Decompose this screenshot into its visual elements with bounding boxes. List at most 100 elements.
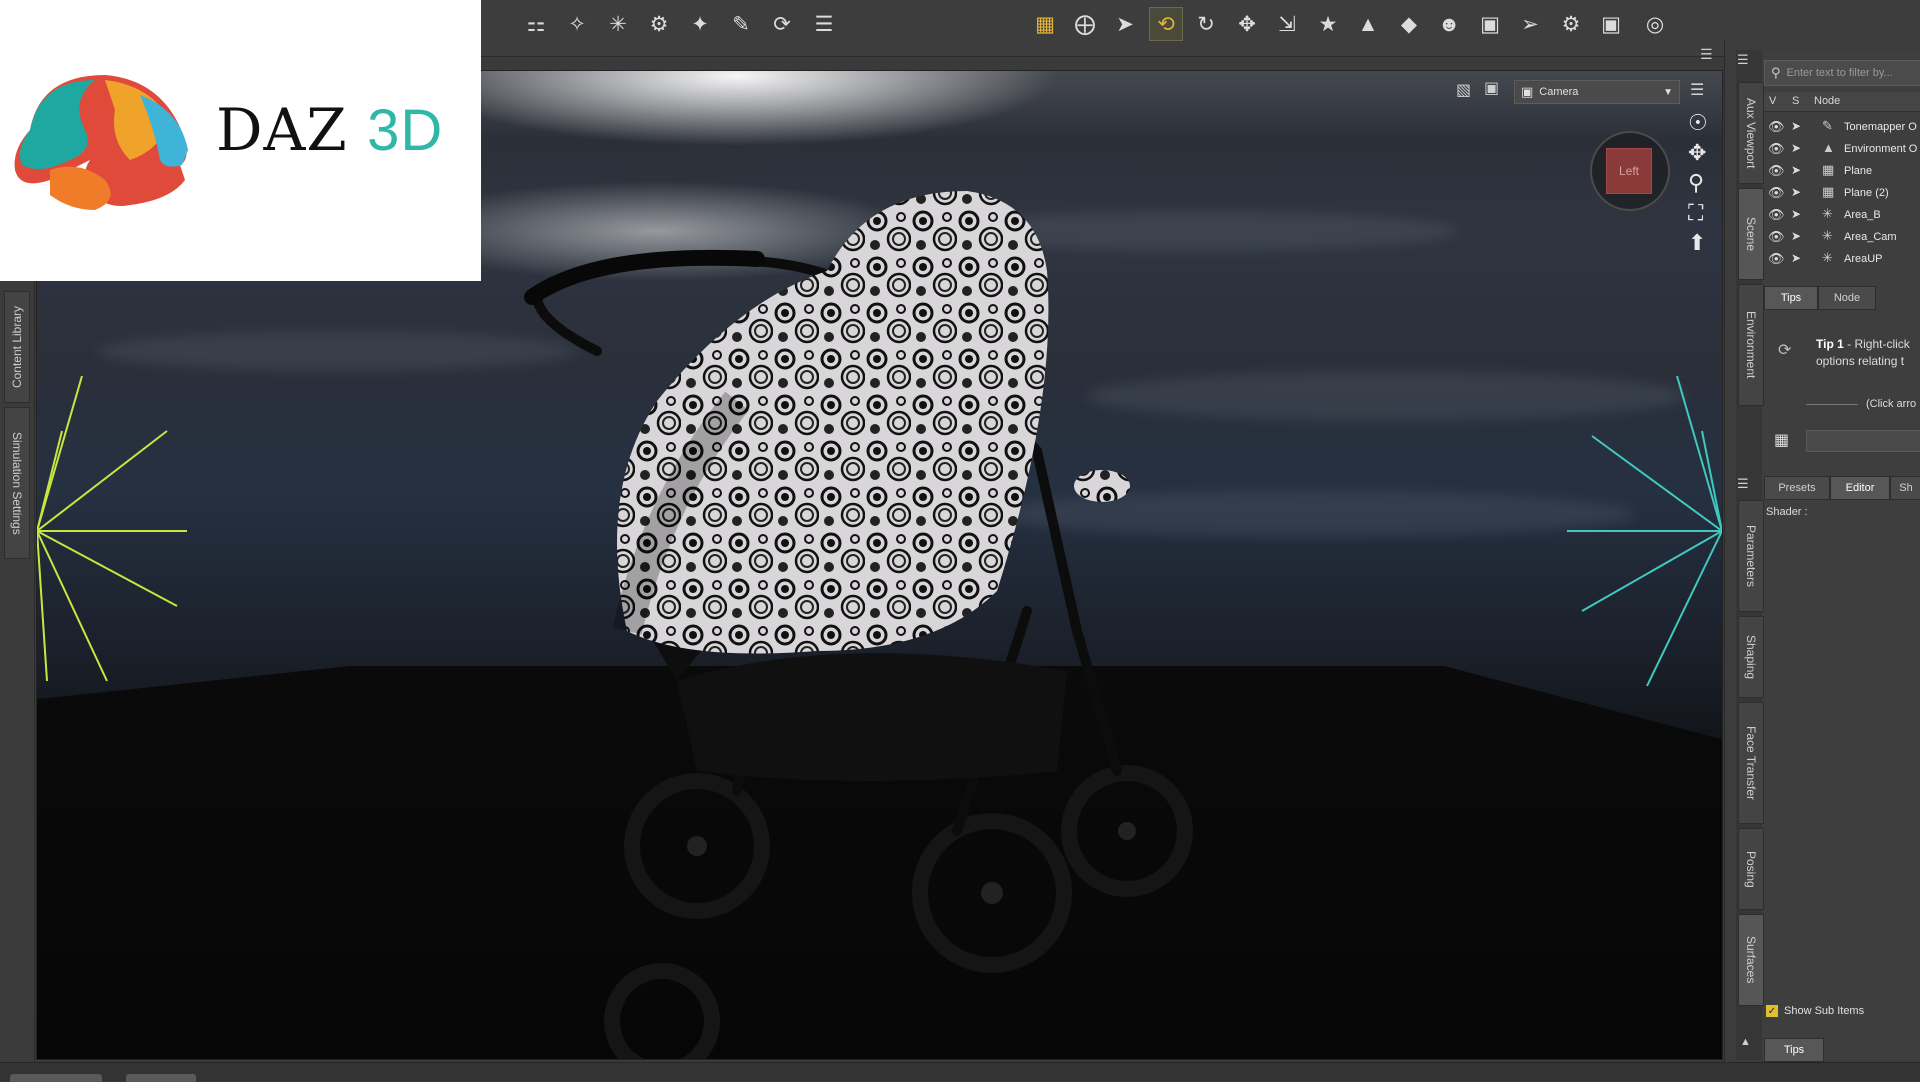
- aspect-frame-icon[interactable]: ▧: [1456, 80, 1471, 100]
- rotate-dotted-icon[interactable]: ⟳: [766, 8, 798, 40]
- tab-aux-viewport[interactable]: Aux Viewport: [1738, 82, 1764, 184]
- render-camera-icon[interactable]: ▣: [1595, 8, 1627, 40]
- tab-tips-label: Tips: [1780, 292, 1802, 304]
- scene-row[interactable]: 👁 ➤ ✳ AreaUP: [1764, 248, 1920, 270]
- move-icon[interactable]: ✥: [1231, 8, 1263, 40]
- tab-tips[interactable]: Tips: [1764, 286, 1818, 310]
- scene-row[interactable]: 👁 ➤ ✎ Tonemapper O: [1764, 116, 1920, 138]
- geometry-icon[interactable]: ◆: [1393, 8, 1425, 40]
- zoom-icon[interactable]: ⚲: [1688, 170, 1704, 196]
- surfaces-pane-menu-icon[interactable]: ☰: [1737, 476, 1749, 492]
- node-select-icon[interactable]: ⨁: [1069, 8, 1101, 40]
- scene-pane-menu-icon[interactable]: ☰: [1737, 52, 1749, 68]
- tab-shader-presets[interactable]: Sh: [1890, 476, 1920, 500]
- rotate-icon[interactable]: ↻: [1190, 8, 1222, 40]
- camera-dropdown-value: Camera: [1539, 86, 1579, 98]
- tab-environment[interactable]: Environment: [1738, 284, 1764, 406]
- tab-scene[interactable]: Scene: [1738, 188, 1764, 280]
- col-select-header[interactable]: S: [1792, 95, 1799, 107]
- click-arrow-hint[interactable]: (Click arro: [1866, 398, 1920, 410]
- figure-tool-icon[interactable]: ☻: [1433, 8, 1465, 40]
- list-menu-icon[interactable]: ☰: [808, 8, 840, 40]
- tab-tips-bottom[interactable]: Tips: [1764, 1038, 1824, 1062]
- stroller-handle: [524, 249, 765, 305]
- select-pointer-icon[interactable]: ➤: [1791, 229, 1801, 243]
- clapper-icon[interactable]: ▦: [1774, 430, 1789, 450]
- show-sub-items-checkbox[interactable]: ✓ Show Sub Items: [1766, 1005, 1864, 1017]
- figure-add-icon[interactable]: ⚏: [520, 8, 552, 40]
- select-pointer-icon[interactable]: ➤: [1791, 251, 1801, 265]
- reset-view-icon[interactable]: ⬆: [1688, 230, 1706, 256]
- morph-icon[interactable]: ▲: [1352, 8, 1384, 40]
- pane-menu-icon[interactable]: ☰: [1700, 46, 1713, 63]
- eye-icon[interactable]: 👁: [1768, 251, 1785, 267]
- bottom-tab[interactable]: [126, 1074, 196, 1082]
- left-tab-strip: Content Library Simulation Settings: [0, 281, 35, 1068]
- tab-parameters[interactable]: Parameters: [1738, 500, 1764, 612]
- scene-row[interactable]: 👁 ➤ ▦ Plane (2): [1764, 182, 1920, 204]
- select-lasso-icon[interactable]: ➢: [1514, 8, 1546, 40]
- checkmark-icon: ✓: [1766, 1005, 1778, 1017]
- scene-row[interactable]: 👁 ➤ ▲ Environment O: [1764, 138, 1920, 160]
- logo-wordmark: DAZ 3D: [216, 96, 443, 164]
- tab-simulation-settings-label: Simulation Settings: [10, 431, 24, 535]
- stroller-wheels: [604, 765, 1193, 1059]
- tab-simulation-settings[interactable]: Simulation Settings: [4, 407, 30, 559]
- render-settings-icon[interactable]: ⚙: [1555, 8, 1587, 40]
- frame-icon[interactable]: ⛶: [1688, 200, 1703, 226]
- tab-shaping[interactable]: Shaping: [1738, 616, 1764, 698]
- light-icon: ✳: [1822, 228, 1833, 243]
- viewport-menu-icon[interactable]: ☰: [1690, 80, 1704, 100]
- scene-row[interactable]: 👁 ➤ ▦ Plane: [1764, 160, 1920, 182]
- scene-row-name: Plane: [1844, 165, 1873, 177]
- tab-surfaces[interactable]: Surfaces: [1738, 914, 1764, 1006]
- select-pointer-icon[interactable]: ➤: [1791, 207, 1801, 221]
- light-gizmo-left: [37, 375, 187, 682]
- tab-presets[interactable]: Presets: [1764, 476, 1830, 500]
- orbit-icon[interactable]: ☉: [1688, 110, 1708, 136]
- daz3d-head-logo-icon: [14, 75, 188, 210]
- universal-tool-icon[interactable]: ⟲: [1149, 7, 1183, 41]
- pan-icon[interactable]: ✥: [1688, 140, 1706, 166]
- clock-gear-icon[interactable]: ⚙: [643, 8, 675, 40]
- tab-face-transfer[interactable]: Face Transfer: [1738, 702, 1764, 824]
- eye-icon[interactable]: 👁: [1768, 207, 1785, 223]
- camera-dropdown[interactable]: ▣ Camera ▼: [1514, 80, 1680, 104]
- wand-sparkle-icon[interactable]: ✦: [684, 8, 716, 40]
- tab-surfaces-label: Surfaces: [1744, 936, 1758, 984]
- scene-row[interactable]: 👁 ➤ ✳ Area_Cam: [1764, 226, 1920, 248]
- tab-posing[interactable]: Posing: [1738, 828, 1764, 910]
- eye-icon[interactable]: 👁: [1768, 141, 1785, 157]
- joint-icon[interactable]: ★: [1312, 8, 1344, 40]
- grid-icon[interactable]: ▦: [1029, 8, 1061, 40]
- eye-icon[interactable]: 👁: [1768, 185, 1785, 201]
- pointer-icon[interactable]: ➤: [1109, 8, 1141, 40]
- eye-icon[interactable]: 👁: [1768, 163, 1785, 179]
- select-pointer-icon[interactable]: ➤: [1791, 141, 1801, 155]
- camera-plus-icon[interactable]: ▣: [1474, 8, 1506, 40]
- scene-filter-input[interactable]: ⚲ Enter text to filter by...: [1764, 60, 1920, 86]
- tab-editor[interactable]: Editor: [1830, 476, 1890, 500]
- paint-figure-icon[interactable]: ✎: [725, 8, 757, 40]
- tip-number: Tip 1: [1816, 337, 1844, 351]
- select-pointer-icon[interactable]: ➤: [1791, 163, 1801, 177]
- eye-icon[interactable]: 👁: [1768, 229, 1785, 245]
- scale-icon[interactable]: ⇲: [1271, 8, 1303, 40]
- bottom-tab[interactable]: [10, 1074, 102, 1082]
- col-visible-header[interactable]: V: [1769, 95, 1776, 107]
- col-node-header[interactable]: Node: [1814, 95, 1840, 107]
- tab-node[interactable]: Node: [1818, 286, 1876, 310]
- select-pointer-icon[interactable]: ➤: [1791, 185, 1801, 199]
- select-pointer-icon[interactable]: ➤: [1791, 119, 1801, 133]
- tab-content-library[interactable]: Content Library: [4, 291, 30, 403]
- eye-icon[interactable]: 👁: [1768, 119, 1785, 135]
- chevron-updown-icon[interactable]: ▲: [1740, 1036, 1751, 1048]
- wand-icon[interactable]: ✧: [561, 8, 593, 40]
- spark-icon[interactable]: ✳: [602, 8, 634, 40]
- snapshot-icon[interactable]: ◎: [1639, 8, 1671, 40]
- view-cube[interactable]: Left: [1606, 148, 1652, 194]
- scene-row[interactable]: 👁 ➤ ✳ Area_B: [1764, 204, 1920, 226]
- tab-node-label: Node: [1833, 292, 1861, 304]
- logo-brand-text: DAZ: [216, 96, 348, 164]
- draw-style-icon[interactable]: ▣: [1484, 78, 1499, 98]
